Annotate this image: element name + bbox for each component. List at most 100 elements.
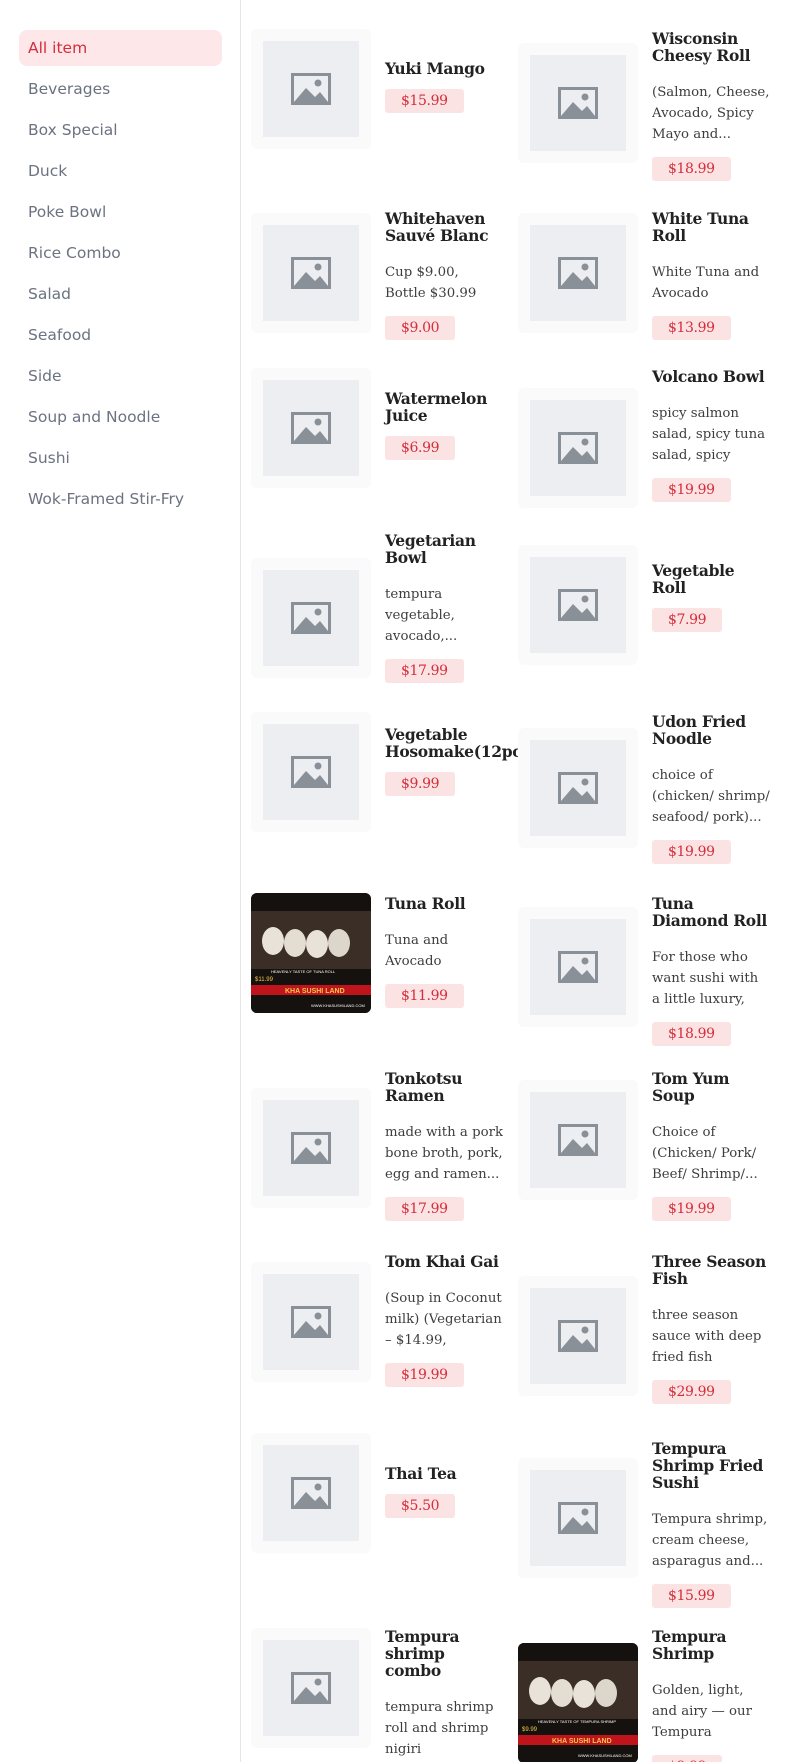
price-badge: $9.00 [385, 316, 456, 340]
menu-item-thumbnail[interactable] [518, 1080, 638, 1200]
category-beverages[interactable]: Beverages [19, 71, 222, 107]
menu-item-name[interactable]: Wisconsin Cheesy Roll [652, 30, 770, 64]
menu-item-name[interactable]: Tom Khai Gai [385, 1253, 503, 1270]
menu-item-thumbnail[interactable] [251, 1088, 371, 1208]
menu-item-thumbnail[interactable] [251, 368, 371, 488]
price-badge: $15.99 [652, 1584, 731, 1608]
price-badge: $17.99 [385, 659, 464, 683]
menu-item-name[interactable]: Tom Yum Soup [652, 1070, 770, 1104]
menu-item-name[interactable]: Watermelon Juice [385, 390, 503, 424]
price-badge: $19.99 [652, 478, 731, 502]
menu-item-name[interactable]: Vegetable Roll [652, 562, 770, 596]
menu-item-thumbnail[interactable] [518, 1458, 638, 1578]
menu-item-thumbnail[interactable] [518, 728, 638, 848]
menu-item-info: Vegetable Hosomake(12pcs) $9.99 [385, 726, 537, 796]
price-badge: $17.99 [385, 1197, 464, 1221]
placeholder-image-icon [530, 400, 626, 496]
menu-item-photo[interactable]: $11.99 KHA SUSHI LAND HEAVENLY TASTE OF TU… [251, 893, 371, 1013]
menu-item-description: Tempura shrimp, cream cheese, asparagus … [652, 1512, 768, 1569]
menu-item-description: Cup $9.00, Bottle $30.99 [385, 265, 477, 301]
svg-text:HEAVENLY TASTE OF TUNA ROLL: HEAVENLY TASTE OF TUNA ROLL [271, 969, 336, 974]
category-box-special[interactable]: Box Special [19, 112, 222, 148]
menu-item-name[interactable]: Tempura shrimp combo [385, 1628, 503, 1679]
price-badge: $19.99 [652, 840, 731, 864]
category-rice-combo[interactable]: Rice Combo [19, 235, 222, 271]
menu-item-thumbnail[interactable] [251, 558, 371, 678]
menu-item-description: spicy salmon salad, spicy tuna salad, sp… [652, 406, 766, 463]
food-photo: $9.99 KHA SUSHI LAND HEAVENLY TASTE OF TEM… [518, 1643, 638, 1762]
placeholder-image-icon [263, 1274, 359, 1370]
menu-item-thumbnail[interactable] [518, 213, 638, 333]
category-all-item[interactable]: All item [19, 30, 222, 66]
price-badge: $18.99 [652, 157, 731, 181]
category-poke-bowl[interactable]: Poke Bowl [19, 194, 222, 230]
menu-item-thumbnail[interactable] [518, 388, 638, 508]
menu-item-info: Tempura Shrimp Fried Sushi Tempura shrimp… [652, 1440, 770, 1608]
menu-item-info: Tuna Roll Tuna and Avocado $11.99 [385, 895, 503, 1008]
menu-item-name[interactable]: Whitehaven Sauvé Blanc [385, 210, 503, 244]
placeholder-image-icon [530, 1288, 626, 1384]
placeholder-image-icon [263, 225, 359, 321]
menu-item-name[interactable]: Volcano Bowl [652, 368, 770, 385]
menu-item-photo[interactable]: $9.99 KHA SUSHI LAND HEAVENLY TASTE OF TEM… [518, 1643, 638, 1762]
price-badge: $7.99 [652, 608, 723, 632]
svg-text:$11.99: $11.99 [255, 977, 274, 983]
menu-item-description: Golden, light, and airy — our Tempura Sh… [652, 1683, 752, 1740]
menu-item-description: For those who want sushi with a little l… [652, 950, 759, 1007]
placeholder-image-icon [263, 380, 359, 476]
price-badge: $9.99 [385, 772, 456, 796]
menu-item-thumbnail[interactable] [251, 1433, 371, 1553]
svg-text:WWW.KHASUSHILAND.COM: WWW.KHASUSHILAND.COM [311, 1003, 365, 1008]
menu-item-name[interactable]: Yuki Mango [385, 60, 503, 77]
menu-item-name[interactable]: Thai Tea [385, 1465, 503, 1482]
menu-item-description: (Soup in Coconut milk) (Vegetarian – $14… [385, 1291, 502, 1348]
menu-item-thumbnail[interactable] [251, 1628, 371, 1748]
menu-item-name[interactable]: Three Season Fish [652, 1253, 770, 1287]
menu-item-description: tempura vegetable, avocado,... [385, 587, 458, 644]
menu-item-thumbnail[interactable] [518, 43, 638, 163]
menu-item-thumbnail[interactable] [518, 1276, 638, 1396]
price-badge: $15.99 [385, 89, 464, 113]
category-salad[interactable]: Salad [19, 276, 222, 312]
menu-item-name[interactable]: Vegetarian Bowl [385, 532, 503, 566]
menu-item-name[interactable]: Tempura Shrimp Fried Sushi [652, 1440, 770, 1491]
menu-item-description: Tuna and Avocado [385, 933, 449, 969]
category-soup-and-noodle[interactable]: Soup and Noodle [19, 399, 222, 435]
menu-item-info: Tempura shrimp combo tempura shrimp roll … [385, 1628, 503, 1762]
food-photo: $11.99 KHA SUSHI LAND HEAVENLY TASTE OF TU… [251, 893, 371, 1013]
menu-item-thumbnail[interactable] [518, 545, 638, 665]
category-wok-framed-stir-fry[interactable]: Wok-Framed Stir-Fry [19, 481, 222, 517]
menu-item-name[interactable]: White Tuna Roll [652, 210, 770, 244]
placeholder-image-icon [530, 1092, 626, 1188]
price-badge: $11.99 [385, 984, 464, 1008]
menu-item-name[interactable]: Tempura Shrimp [652, 1628, 770, 1662]
menu-item-thumbnail[interactable] [251, 1262, 371, 1382]
menu-item-name[interactable]: Tuna Roll [385, 895, 503, 912]
menu-item-info: Watermelon Juice $6.99 [385, 390, 503, 460]
price-badge: $29.99 [652, 1380, 731, 1404]
menu-item-info: Tuna Diamond Roll For those who want sush… [652, 895, 770, 1046]
menu-item-name[interactable]: Vegetable Hosomake(12pcs) [385, 726, 537, 760]
menu-item-info: Volcano Bowl spicy salmon salad, spicy tu… [652, 368, 770, 502]
placeholder-image-icon [530, 740, 626, 836]
category-sidebar: All item Beverages Box Special Duck Poke Bow… [0, 0, 241, 1762]
menu-item-info: Tom Khai Gai (Soup in Coconut milk) (Vege… [385, 1253, 503, 1387]
menu-item-thumbnail[interactable] [251, 712, 371, 832]
menu-item-info: Three Season Fish three season sauce with… [652, 1253, 770, 1404]
category-sushi[interactable]: Sushi [19, 440, 222, 476]
price-badge: $18.99 [652, 1022, 731, 1046]
menu-item-thumbnail[interactable] [251, 213, 371, 333]
placeholder-image-icon [263, 724, 359, 820]
price-badge: $19.99 [652, 1197, 731, 1221]
menu-item-thumbnail[interactable] [518, 907, 638, 1027]
svg-text:KHA SUSHI LAND: KHA SUSHI LAND [285, 988, 345, 995]
category-side[interactable]: Side [19, 358, 222, 394]
category-duck[interactable]: Duck [19, 153, 222, 189]
placeholder-image-icon [530, 919, 626, 1015]
category-seafood[interactable]: Seafood [19, 317, 222, 353]
menu-item-name[interactable]: Udon Fried Noodle [652, 713, 770, 747]
menu-item-thumbnail[interactable] [251, 29, 371, 149]
menu-item-description: White Tuna and Avocado [652, 265, 760, 301]
menu-item-name[interactable]: Tuna Diamond Roll [652, 895, 770, 929]
menu-item-name[interactable]: Tonkotsu Ramen [385, 1070, 503, 1104]
